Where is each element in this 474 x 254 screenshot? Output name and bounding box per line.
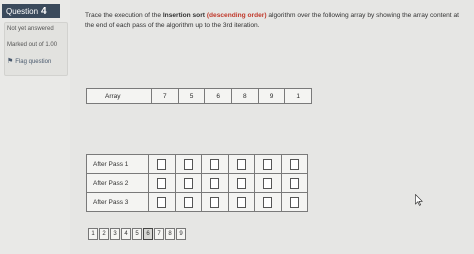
pass3-input-3[interactable] [210,197,220,208]
pass3-input-2[interactable] [183,197,193,208]
pass2-input-3[interactable] [210,177,220,189]
pass3-input-1[interactable] [157,197,167,208]
nav-question-4[interactable]: 4 [121,228,131,240]
pass-label: After Pass 2 [87,174,149,192]
nav-question-5[interactable]: 5 [132,228,142,240]
question-text: Trace the execution of the Insertion sor… [85,11,465,31]
pass-cell [255,155,282,173]
nav-question-3[interactable]: 3 [110,228,120,240]
pass-cell [176,174,202,192]
pass-cell [255,174,282,192]
array-table: Array 7 5 6 8 9 1 [86,88,312,104]
pass1-input-1[interactable] [157,158,167,170]
array-cell: 5 [179,89,206,103]
pass2-input-6[interactable] [289,177,299,189]
array-cell: 1 [296,92,300,100]
pass1-input-5[interactable] [263,158,273,170]
pass-cell [202,155,229,173]
pass-label: After Pass 1 [87,155,149,173]
pass2-input-1[interactable] [157,177,167,189]
pass-cell [229,155,255,173]
question-marks: Marked out of 1.00 [7,42,58,48]
pass-cell [282,155,308,173]
pass-cell [202,193,229,212]
flag-question-link[interactable]: ⚑ Flag question [7,57,51,65]
nav-question-2[interactable]: 2 [99,228,109,240]
nav-question-1[interactable]: 1 [88,228,98,240]
array-cell: 7 [152,89,179,103]
nav-question-6[interactable]: 6 [143,228,153,240]
nav-question-8[interactable]: 8 [165,228,175,240]
question-status: Not yet answered [7,26,54,32]
array-label: Array [87,89,152,103]
pass3-input-4[interactable] [236,197,246,208]
pass2-input-4[interactable] [236,177,246,189]
array-cell: 6 [205,89,233,103]
pass1-input-4[interactable] [236,158,246,170]
pass-row: After Pass 1 [87,155,307,174]
pass-cell [282,193,308,212]
pass-cell [149,174,176,192]
prompt-highlight: (descending order) [206,12,267,19]
pass-cell [282,174,308,192]
pass-cell [202,174,229,192]
pass1-input-3[interactable] [210,158,220,170]
mouse-cursor-icon [415,194,423,206]
array-cell: 9 [259,89,286,103]
pass-cell [149,193,176,212]
pass-cell [149,155,176,173]
question-number: 4 [41,5,47,17]
pass-cell [255,193,282,212]
nav-question-9[interactable]: 9 [176,228,186,240]
pass-cell [176,155,202,173]
pass3-input-6[interactable] [289,197,299,208]
question-prefix: Question [6,6,39,16]
question-info-box: Not yet answered Marked out of 1.00 ⚑ Fla… [4,22,68,76]
pass-cell [229,193,255,212]
question-header: Question 4 [2,4,60,18]
flag-icon: ⚑ [7,58,14,65]
prompt-bold: Insertion sort [162,12,205,19]
pass2-input-2[interactable] [183,177,193,189]
question-sidebar: Question 4 Not yet answered Marked out o… [0,0,70,254]
pass3-input-5[interactable] [263,197,273,208]
nav-question-7[interactable]: 7 [154,228,164,240]
pass1-input-6[interactable] [289,158,299,170]
question-content: Trace the execution of the Insertion sor… [70,0,474,254]
flag-label: Flag question [15,59,52,65]
pass-table: After Pass 1 After Pass 2 After Pass 3 [86,154,308,212]
pass-cell [176,193,202,212]
prompt-text-1: Trace the execution of the [85,12,163,19]
pass1-input-2[interactable] [183,158,193,170]
pass-row: After Pass 2 [87,174,307,193]
array-cell: 8 [232,89,259,103]
pass-cell [229,174,255,192]
pass-row: After Pass 3 [87,193,307,212]
question-navigation: 1 2 3 4 5 6 7 8 9 [88,228,186,240]
pass-label: After Pass 3 [87,193,149,212]
pass2-input-5[interactable] [263,177,273,189]
